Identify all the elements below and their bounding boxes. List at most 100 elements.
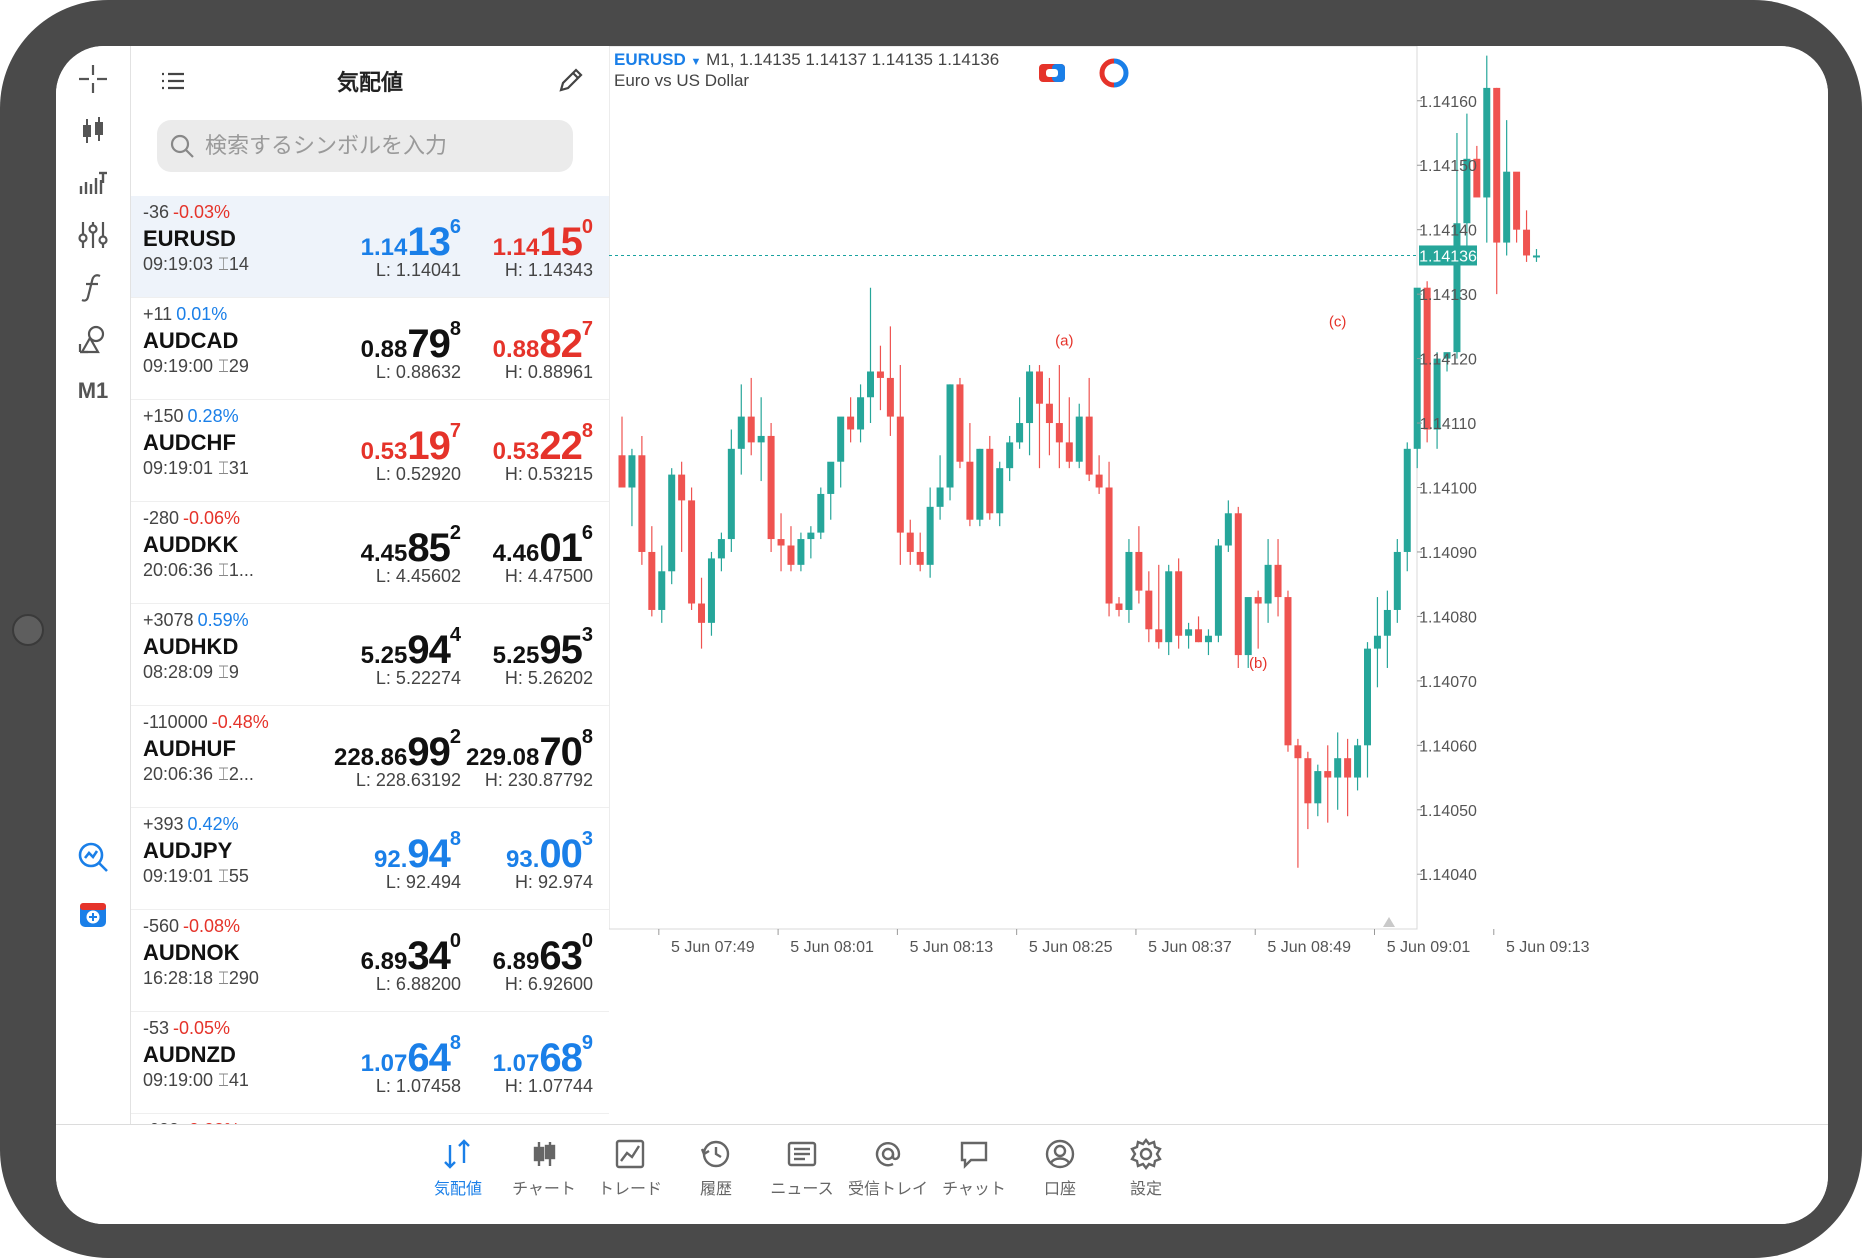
- candle-body: [976, 448, 984, 520]
- chart-symbol[interactable]: EURUSD: [614, 50, 686, 69]
- candle-body: [638, 455, 646, 552]
- y-tick-label: 1.14120: [1419, 352, 1477, 369]
- quote-change-pct: -0.06%: [183, 508, 241, 528]
- candle-body: [1125, 551, 1133, 610]
- ask-price: 5.25953: [492, 624, 593, 672]
- quote-symbol: AUDHUF: [143, 736, 236, 761]
- search-input[interactable]: [203, 132, 567, 160]
- candle-body: [1214, 545, 1222, 636]
- y-tick-label: 1.14150: [1419, 158, 1477, 175]
- candle-body: [658, 571, 666, 610]
- quote-row[interactable]: -560 -0.08% AUDNOK 16:28:18 ⌶290 6.89340 6.89…: [131, 910, 609, 1012]
- tab-label: 気配値: [433, 1181, 482, 1198]
- daily-high: H: 0.88961: [504, 362, 593, 382]
- quote-row[interactable]: +3078 0.59% AUDHKD 08:28:09 ⌶9 5.25944 5.2595…: [131, 604, 609, 706]
- tab-chat[interactable]: チャット: [924, 1135, 1024, 1215]
- candle-body: [916, 551, 924, 565]
- trade-icon: [615, 1139, 645, 1169]
- quote-time: 09:19:01 ⌶31: [143, 458, 249, 478]
- symbol-dropdown-icon[interactable]: ▼: [691, 56, 702, 68]
- tab-label: チャット: [942, 1181, 1006, 1198]
- quote-row[interactable]: -280 -0.06% AUDDKK 20:06:36 ⌶1... 4.45852 4.4…: [131, 502, 609, 604]
- candle-body: [707, 558, 715, 623]
- bid-price: 0.88798: [360, 318, 461, 366]
- quote-time: 09:19:01 ⌶55: [143, 866, 249, 886]
- current-price-label: 1.14136: [1419, 248, 1477, 265]
- candle-body: [688, 500, 696, 604]
- settings-sliders-icon[interactable]: [56, 210, 130, 260]
- list-menu-icon[interactable]: [157, 66, 189, 98]
- spread-icon: ⌶: [218, 1070, 229, 1090]
- candlestick-chart[interactable]: 1.14136 1.14160 1.14150 1.14140 1.14130 1.141…: [609, 46, 1828, 1124]
- y-tick-label: 1.14130: [1419, 287, 1477, 304]
- objects-icon[interactable]: [56, 314, 130, 364]
- candle-body: [1026, 371, 1034, 424]
- x-tick-label: 5 Jun 08:13: [910, 939, 994, 956]
- candle-body: [1393, 551, 1401, 610]
- candle-body: [1364, 648, 1371, 746]
- crosshair-icon[interactable]: [56, 54, 130, 104]
- quote-change: +150 0.28%: [143, 406, 239, 426]
- candlestick-icon[interactable]: [56, 106, 130, 156]
- quote-change: -110000 -0.48%: [143, 712, 269, 732]
- ask-price: 229.08708: [465, 726, 593, 774]
- y-tick-label: 1.14080: [1419, 609, 1477, 626]
- indicators-icon[interactable]: [56, 158, 130, 208]
- daily-low: L: 1.14041: [375, 260, 461, 280]
- chart-area[interactable]: 1.14136 1.14160 1.14150 1.14140 1.14130 1.141…: [609, 46, 1828, 1124]
- wave-label: (b): [1249, 655, 1267, 672]
- tab-chart[interactable]: チャート: [494, 1135, 594, 1215]
- y-tick-label: 1.14040: [1419, 867, 1477, 884]
- candle-body: [1145, 590, 1153, 630]
- candle-body: [807, 532, 815, 540]
- candle-body: [1513, 171, 1521, 230]
- quote-change-pct: 0.42%: [187, 814, 239, 834]
- daily-high: H: 92.974: [514, 872, 593, 892]
- chart-search-icon[interactable]: [56, 832, 130, 882]
- function-icon[interactable]: [56, 262, 130, 312]
- quote-row[interactable]: -53 -0.05% AUDNZD 09:19:00 ⌶41 1.07648 1.0768…: [131, 1012, 609, 1114]
- ask-price: 0.88827: [492, 318, 593, 366]
- edit-pencil-icon[interactable]: [555, 64, 587, 96]
- candle-body: [926, 506, 934, 565]
- timeframe-button[interactable]: M1: [56, 366, 130, 416]
- daily-low: L: 0.52920: [375, 464, 461, 484]
- tab-trade[interactable]: トレード: [580, 1135, 680, 1215]
- candle-body: [1304, 758, 1312, 804]
- symbol-search[interactable]: [157, 120, 573, 172]
- spread-icon: ⌶: [218, 356, 229, 376]
- ask-price: 1.07689: [492, 1032, 593, 1080]
- candle-body: [1035, 371, 1043, 404]
- quote-symbol: AUDJPY: [143, 838, 233, 863]
- quote-row[interactable]: -110000 -0.48% AUDHUF 20:06:36 ⌶2... 228.869…: [131, 706, 609, 808]
- quote-symbol: AUDHKD: [143, 634, 239, 659]
- bid-price: 1.07648: [360, 1032, 461, 1080]
- quote-row[interactable]: -36 -0.03% EURUSD 09:19:03 ⌶14 1.14136 1.1415…: [131, 196, 609, 298]
- tab-mail[interactable]: 受信トレイ: [838, 1135, 938, 1215]
- quotes-panel: 気配値 -36-0.03% EURUSD 09:19:03 ⌶14 1.14136 1.…: [131, 46, 610, 1124]
- quote-row-partial[interactable]: -600-0.03%: [131, 1114, 609, 1124]
- scroll-end-icon[interactable]: [1383, 917, 1395, 927]
- market-depth-icon[interactable]: [1099, 58, 1129, 88]
- candle-body: [1006, 442, 1014, 469]
- add-window-icon[interactable]: [56, 890, 130, 940]
- quote-row[interactable]: +393 0.42% AUDJPY 09:19:01 ⌶55 92.948 93.003 L…: [131, 808, 609, 910]
- tab-history[interactable]: 履歴: [666, 1135, 766, 1215]
- tab-settings[interactable]: 設定: [1096, 1135, 1196, 1215]
- tab-news[interactable]: ニュース: [752, 1135, 852, 1215]
- spread-icon: ⌶: [218, 764, 229, 784]
- tab-label: ニュース: [770, 1181, 834, 1198]
- tab-account[interactable]: 口座: [1010, 1135, 1110, 1215]
- chart-icon: [533, 1142, 556, 1166]
- page-title: 気配値: [336, 70, 403, 95]
- quote-symbol: EURUSD: [143, 226, 236, 251]
- candle-body: [777, 539, 785, 546]
- one-click-trading-icon[interactable]: [1037, 58, 1067, 88]
- quote-row[interactable]: +11 0.01% AUDCAD 09:19:00 ⌶29 0.88798 0.88827…: [131, 298, 609, 400]
- quote-row[interactable]: +150 0.28% AUDCHF 09:19:01 ⌶31 0.53197 0.5322…: [131, 400, 609, 502]
- quote-change-pct: 0.59%: [197, 610, 249, 630]
- tab-quotes[interactable]: 気配値: [408, 1135, 508, 1215]
- x-tick-label: 5 Jun 08:01: [790, 939, 874, 956]
- history-icon: [700, 1140, 730, 1168]
- daily-high: H: 1.07744: [504, 1076, 593, 1096]
